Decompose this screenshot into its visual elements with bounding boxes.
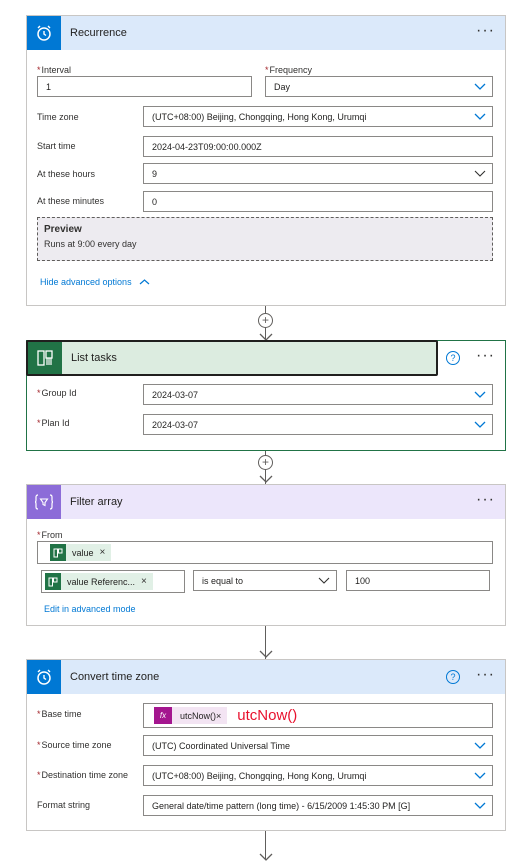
timezone-dropdown[interactable]: (UTC+08:00) Beijing, Chongqing, Hong Kon… (143, 106, 493, 127)
chevron-down-icon (474, 770, 486, 780)
filter-array-card: Filter array ··· *From value × value Ref… (26, 484, 506, 626)
chevron-down-icon (474, 419, 486, 429)
minutes-label: At these minutes (37, 196, 105, 206)
convert-timezone-header[interactable]: Convert time zone ? ··· (27, 660, 505, 694)
source-timezone-dropdown[interactable]: (UTC) Coordinated Universal Time (143, 735, 493, 756)
recurrence-card: Recurrence ··· *Interval 1 *Frequency Da… (26, 15, 506, 306)
interval-label: *Interval (37, 65, 72, 75)
base-time-input[interactable]: fx utcNow() × utcNow() (143, 703, 493, 728)
chevron-down-icon (474, 81, 486, 91)
chevron-down-icon (474, 800, 486, 810)
from-input[interactable]: value × (37, 541, 493, 564)
start-time-label: Start time (37, 141, 76, 151)
recurrence-title: Recurrence (70, 27, 127, 39)
preview-text: Runs at 9:00 every day (44, 239, 137, 249)
convert-timezone-card: Convert time zone ? ··· *Base time fx ut… (26, 659, 506, 831)
format-string-label: Format string (37, 800, 91, 810)
plan-id-dropdown[interactable]: 2024-03-07 (143, 414, 493, 435)
plan-id-label: *Plan Id (37, 418, 70, 428)
base-time-label: *Base time (37, 709, 82, 719)
value-token-label: value (72, 547, 94, 558)
remove-token-icon[interactable]: × (216, 711, 221, 721)
start-time-input[interactable]: 2024-04-23T09:00:00.000Z (143, 136, 493, 157)
frequency-dropdown[interactable]: Day (265, 76, 493, 97)
excel-icon (50, 544, 66, 561)
chevron-down-icon (474, 740, 486, 750)
condition-left-input[interactable]: value Referenc... × (41, 570, 185, 593)
utcnow-token-label: utcNow() (180, 710, 217, 721)
from-label: *From (37, 530, 63, 540)
destination-timezone-label: *Destination time zone (37, 770, 129, 780)
chevron-down-icon (474, 111, 486, 121)
list-tasks-header[interactable]: List tasks (26, 340, 438, 376)
help-icon[interactable]: ? (446, 670, 460, 684)
utcnow-expression-token[interactable]: fx utcNow() × (154, 707, 228, 724)
list-tasks-card: List tasks ? ··· *Group Id 2024-03-07 *P… (26, 340, 506, 451)
plan-id-value: 2024-03-07 (152, 419, 199, 430)
more-options-icon[interactable]: ··· (476, 348, 495, 364)
schedule-preview: Preview Runs at 9:00 every day (37, 217, 493, 261)
insert-step-button[interactable]: + (258, 455, 273, 470)
value-reference-label: value Referenc... (67, 576, 136, 587)
hours-value: 9 (152, 168, 158, 179)
interval-input[interactable]: 1 (37, 76, 252, 97)
arrow-down-icon (259, 853, 273, 861)
group-id-label: *Group Id (37, 388, 77, 398)
chevron-down-icon (474, 389, 486, 399)
timezone-label: Time zone (37, 112, 79, 122)
destination-timezone-dropdown[interactable]: (UTC+08:00) Beijing, Chongqing, Hong Kon… (143, 765, 493, 786)
remove-token-icon[interactable]: × (141, 576, 147, 587)
convert-timezone-title: Convert time zone (70, 671, 160, 683)
recurrence-header[interactable]: Recurrence ··· (27, 16, 505, 50)
chevron-down-icon (474, 168, 486, 178)
condition-right-input[interactable]: 100 (346, 570, 490, 591)
destination-timezone-value: (UTC+08:00) Beijing, Chongqing, Hong Kon… (152, 770, 367, 781)
hours-dropdown[interactable]: 9 (143, 163, 493, 184)
chevron-down-icon (318, 575, 330, 585)
more-options-icon[interactable]: ··· (476, 667, 495, 683)
operator-value: is equal to (202, 575, 244, 586)
format-string-dropdown[interactable]: General date/time pattern (long time) - … (143, 795, 493, 816)
arrow-down-icon (259, 475, 273, 483)
alarm-clock-icon (27, 660, 61, 694)
value-reference-token[interactable]: value Referenc... × (45, 573, 153, 590)
arrow-down-icon (259, 650, 273, 658)
chevron-up-icon (139, 278, 150, 288)
frequency-value: Day (274, 81, 291, 92)
source-timezone-value: (UTC) Coordinated Universal Time (152, 740, 291, 751)
hide-advanced-options-link[interactable]: Hide advanced options (40, 277, 150, 288)
alarm-clock-icon (27, 16, 61, 50)
group-id-dropdown[interactable]: 2024-03-07 (143, 384, 493, 405)
source-timezone-label: *Source time zone (37, 740, 112, 750)
preview-title: Preview (44, 224, 82, 235)
format-string-value: General date/time pattern (long time) - … (152, 800, 411, 811)
value-token[interactable]: value × (50, 544, 112, 561)
filter-icon (27, 485, 61, 519)
group-id-value: 2024-03-07 (152, 389, 199, 400)
operator-dropdown[interactable]: is equal to (193, 570, 337, 591)
edit-advanced-mode-link[interactable]: Edit in advanced mode (44, 604, 136, 614)
list-tasks-title: List tasks (71, 352, 117, 364)
minutes-input[interactable]: 0 (143, 191, 493, 212)
function-icon: fx (154, 707, 172, 724)
utcnow-annotation: utcNow() (237, 707, 298, 724)
insert-step-button[interactable]: + (258, 313, 273, 328)
hours-label: At these hours (37, 169, 96, 179)
planner-icon (28, 342, 62, 374)
frequency-label: *Frequency (265, 65, 313, 75)
excel-icon (45, 573, 61, 590)
more-options-icon[interactable]: ··· (476, 23, 495, 39)
filter-array-header[interactable]: Filter array ··· (27, 485, 505, 519)
filter-array-title: Filter array (70, 496, 123, 508)
more-options-icon[interactable]: ··· (476, 492, 495, 508)
timezone-value: (UTC+08:00) Beijing, Chongqing, Hong Kon… (152, 111, 367, 122)
remove-token-icon[interactable]: × (100, 547, 106, 558)
help-icon[interactable]: ? (446, 351, 460, 365)
